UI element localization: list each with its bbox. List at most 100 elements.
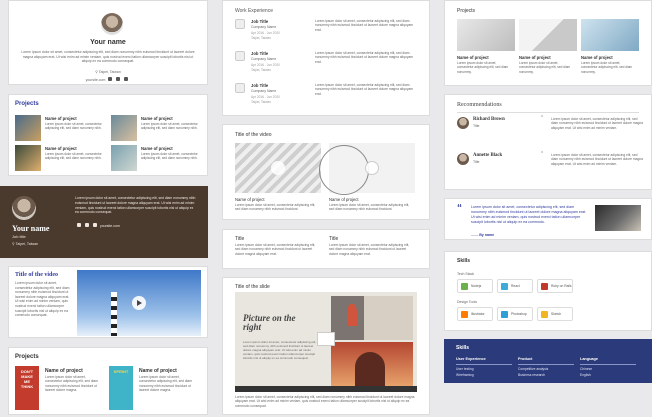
quote-icon: “ bbox=[457, 203, 462, 214]
project-thumbnail[interactable] bbox=[15, 115, 41, 141]
skill-label: Illustrator bbox=[471, 312, 485, 316]
company-icon bbox=[235, 51, 245, 61]
avatar bbox=[12, 196, 36, 220]
rails-icon bbox=[541, 283, 548, 290]
book-name-2: Name of project bbox=[139, 368, 177, 374]
recommender-role: Title bbox=[473, 124, 480, 128]
skills-col-item: English bbox=[580, 373, 591, 377]
projects-card-right: Projects Name of project Lorem ipsum dolo… bbox=[444, 0, 652, 86]
video-thumbnail-1[interactable] bbox=[235, 143, 321, 193]
quote-photo bbox=[595, 205, 641, 231]
work-card: Work Experience Job Title Company Name Apr… bbox=[222, 0, 430, 116]
presentation-icon bbox=[317, 332, 335, 346]
divider bbox=[456, 364, 512, 365]
skill-label: Ruby on Rails bbox=[551, 284, 572, 288]
tech-stack-label: Tech Stack bbox=[457, 272, 475, 276]
recommender-name: Annette Black bbox=[473, 153, 503, 158]
project-desc: Lorem ipsum dolor sit amet, consectetur … bbox=[45, 122, 102, 131]
projects-card-left: Projects Name of project Lorem ipsum dolo… bbox=[8, 94, 208, 176]
linkedin-icon[interactable] bbox=[85, 223, 89, 227]
skill-label: Sketch bbox=[551, 312, 562, 316]
illustrator-icon bbox=[461, 311, 468, 318]
project-thumbnail[interactable] bbox=[15, 145, 41, 171]
col-title-1: Title bbox=[235, 236, 245, 242]
job-date: Apr 2016 - Jun 2020 bbox=[251, 31, 280, 35]
video-name-2: Name of project bbox=[329, 197, 359, 202]
instagram-icon[interactable] bbox=[93, 223, 97, 227]
project-name: Name of project bbox=[581, 55, 613, 60]
profile-site-link[interactable]: yoursite.com bbox=[86, 78, 106, 82]
book-cover-1[interactable]: DON'T MAKE ME THINK bbox=[15, 366, 39, 410]
recommendation-text: Lorem ipsum dolor sit amet, consectetur … bbox=[551, 153, 643, 166]
job-desc: Lorem ipsum dolor sit amet, consectetur … bbox=[315, 83, 414, 96]
project-thumbnail[interactable] bbox=[457, 19, 515, 51]
facebook-icon[interactable] bbox=[77, 223, 81, 227]
job-title: Job Title bbox=[251, 83, 269, 88]
quote-text: Lorem ipsum dolor sit amet, consectetur … bbox=[471, 205, 587, 224]
skill-label: Nodejs bbox=[471, 284, 482, 288]
dark-profile-site-link[interactable]: yoursite.com bbox=[100, 224, 120, 228]
project-thumbnail[interactable] bbox=[111, 115, 137, 141]
project-thumbnail[interactable] bbox=[519, 19, 577, 51]
job-place: Taipei, Taiwan bbox=[251, 36, 271, 40]
col-desc-1: Lorem ipsum dolor sit amet, consectetur … bbox=[235, 243, 316, 256]
books-title: Projects bbox=[15, 354, 39, 360]
col-title-2: Title bbox=[329, 236, 339, 242]
play-icon[interactable] bbox=[271, 161, 285, 175]
divider bbox=[457, 112, 639, 113]
skills-col-head: User Experience bbox=[456, 357, 486, 361]
two-column-card: Title Lorem ipsum dolor sit amet, consec… bbox=[222, 229, 430, 269]
divider bbox=[580, 364, 636, 365]
slide-card: Title of the slide Picture on the right … bbox=[222, 277, 430, 415]
company-icon bbox=[235, 83, 245, 93]
skills-title: Skills bbox=[457, 258, 471, 264]
instagram-icon[interactable] bbox=[124, 77, 129, 81]
video-desc: Lorem ipsum dolor sit amet, consectetur … bbox=[15, 281, 70, 318]
skills-col-head: Product bbox=[518, 357, 533, 361]
slide-toolbar[interactable] bbox=[235, 386, 417, 392]
skills-dark-title: Skills bbox=[456, 345, 470, 351]
work-title: Work Experience bbox=[235, 8, 273, 14]
skill-label: Photoshop bbox=[511, 312, 527, 316]
book-name-1: Name of project bbox=[45, 368, 83, 374]
play-icon[interactable] bbox=[132, 296, 146, 310]
company-name: Company Name bbox=[251, 89, 277, 93]
ferris-wheel bbox=[319, 145, 369, 195]
react-icon bbox=[501, 283, 508, 290]
project-thumbnail[interactable] bbox=[111, 145, 137, 171]
project-thumbnail[interactable] bbox=[581, 19, 639, 51]
slide-caption: Lorem ipsum dolor sit amet, consectetur … bbox=[235, 395, 415, 408]
facebook-icon[interactable] bbox=[108, 77, 113, 81]
dark-profile-name: Your name bbox=[12, 224, 50, 233]
slide-heading: Picture on the right bbox=[243, 313, 296, 333]
skill-chip: Ruby on Rails bbox=[537, 279, 573, 293]
videos-card-mid: Title of the video Name of project Lorem… bbox=[222, 124, 430, 220]
skills-col-item: Business research bbox=[518, 373, 546, 377]
video-name-1: Name of project bbox=[235, 197, 265, 202]
video-thumbnail[interactable] bbox=[77, 270, 201, 336]
video-title: Title of the video bbox=[15, 272, 59, 278]
skill-chip: Nodejs bbox=[457, 279, 493, 293]
video-card-left: Title of the video Lorem ipsum dolor sit… bbox=[8, 266, 208, 338]
col-desc-2: Lorem ipsum dolor sit amet, consectetur … bbox=[329, 243, 410, 256]
slide-photo-top bbox=[331, 296, 413, 340]
skills-col-head: Language bbox=[580, 357, 598, 361]
project-desc: Lorem ipsum dolor sit amet, consectetur … bbox=[45, 152, 102, 161]
lighthouse bbox=[111, 292, 117, 336]
skills-col-item: Competitive analysis bbox=[518, 367, 549, 371]
linkedin-icon[interactable] bbox=[116, 77, 121, 81]
slide-desc: Lorem ipsum dolor sit amet, consectetur … bbox=[243, 340, 317, 361]
project-desc: Lorem ipsum dolor sit amet, consectetur … bbox=[141, 152, 198, 161]
slide-preview[interactable]: Picture on the right Lorem ipsum dolor s… bbox=[235, 292, 417, 392]
profile-links: yoursite.com bbox=[9, 77, 207, 83]
skill-label: React bbox=[511, 284, 520, 288]
project-name: Name of project bbox=[45, 116, 77, 121]
video-thumbnail-2[interactable] bbox=[319, 143, 415, 195]
play-icon[interactable] bbox=[365, 161, 379, 175]
quote-icon: “ bbox=[541, 115, 544, 122]
avatar bbox=[457, 117, 469, 129]
book-cover-2[interactable]: SPRINT bbox=[109, 366, 133, 410]
skills-col-item: Wireframing bbox=[456, 373, 474, 377]
skills-dark-card: Skills User Experience User testing Wirefr… bbox=[444, 339, 652, 383]
skill-chip: Illustrator bbox=[457, 307, 493, 321]
